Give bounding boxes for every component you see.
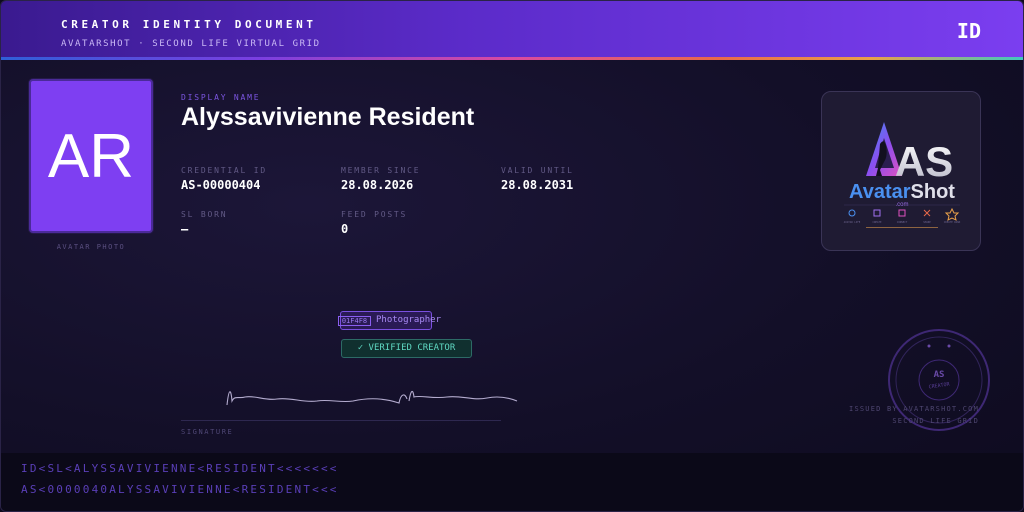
- id-card: CREATOR IDENTITY DOCUMENT AVATARSHOT · S…: [0, 0, 1024, 512]
- mrz-line-1: ID<SL<ALYSSAVIVIENNE<RESIDENT<<<<<<<: [21, 462, 339, 475]
- signature-label: SIGNATURE: [181, 428, 234, 436]
- svg-text:AvatarShot: AvatarShot: [849, 181, 955, 203]
- signature-line: [181, 420, 501, 421]
- stamp-text: CREATOR: [928, 381, 951, 390]
- svg-text:AVATAR LIFE: AVATAR LIFE: [844, 220, 861, 224]
- valid-until-value: 28.08.2031: [501, 178, 574, 192]
- avatar-photo-label: AVATAR PHOTO: [56, 243, 126, 251]
- mrz-line-2: AS<0000040ALYSSAVIVIENNE<RESIDENT<<<: [21, 483, 339, 496]
- svg-text:CREATE: CREATE: [872, 220, 882, 224]
- id-badge: ID: [956, 19, 981, 43]
- credential-id-value: AS-00000404: [181, 178, 261, 192]
- avatarshot-logo: AS AvatarShot .com AVATAR LIFE CREATE CO…: [821, 91, 981, 251]
- member-since-value: 28.08.2026: [341, 178, 414, 192]
- machine-readable-zone: ID<SL<ALYSSAVIVIENNE<RESIDENT<<<<<<< AS<…: [1, 453, 1023, 511]
- verified-badge: ✓ VERIFIED CREATOR: [341, 339, 472, 358]
- credential-id-label: CREDENTIAL ID: [181, 166, 268, 175]
- logo-mark: AS: [895, 138, 953, 185]
- avatarshot-logo-icon: AS AvatarShot .com AVATAR LIFE CREATE CO…: [844, 122, 961, 228]
- svg-text:CREATE RANK: CREATE RANK: [944, 220, 961, 224]
- rainbow-divider: [1, 57, 1023, 60]
- avatar-initials: AR: [47, 121, 135, 191]
- issuer-line-2: SECOND LIFE GRID: [892, 417, 979, 425]
- logo-brand-b: Shot: [911, 181, 956, 203]
- avatar-photo: AR: [29, 79, 153, 233]
- signature-scribble: [226, 390, 518, 406]
- issuer-line-1: ISSUED BY AVATARSHOT.COM: [849, 405, 979, 413]
- svg-text:CONNECT: CONNECT: [897, 220, 908, 224]
- feed-posts-value: 0: [341, 222, 349, 236]
- document-title: CREATOR IDENTITY DOCUMENT: [61, 18, 317, 31]
- role-label: Photographer: [376, 315, 442, 325]
- feed-posts-label: FEED POSTS: [341, 210, 408, 219]
- role-code: 01F4F8: [338, 316, 371, 326]
- sl-born-value: —: [181, 222, 189, 236]
- svg-text:SHARE: SHARE: [923, 220, 931, 224]
- stamp-mark: AS: [934, 370, 945, 380]
- document-subtitle: AVATARSHOT · SECOND LIFE VIRTUAL GRID: [61, 39, 321, 49]
- valid-until-label: VALID UNTIL: [501, 166, 574, 175]
- display-name-label: DISPLAY NAME: [181, 93, 261, 102]
- logo-brand-a: Avatar: [849, 181, 911, 203]
- card-header: CREATOR IDENTITY DOCUMENT AVATARSHOT · S…: [1, 1, 1023, 58]
- sl-born-label: SL BORN: [181, 210, 228, 219]
- member-since-label: MEMBER SINCE: [341, 166, 421, 175]
- display-name: Alyssavivienne Resident: [181, 103, 475, 131]
